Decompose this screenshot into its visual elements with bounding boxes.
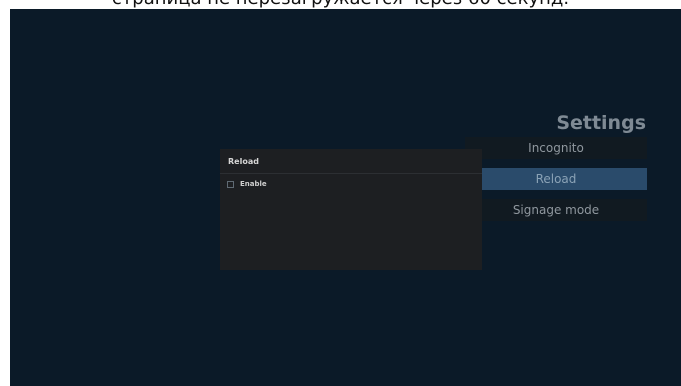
menu-item-incognito[interactable]: Incognito bbox=[465, 137, 647, 159]
menu-item-signage-mode[interactable]: Signage mode bbox=[465, 199, 647, 221]
dialog-title: Reload bbox=[228, 157, 259, 166]
dialog-divider bbox=[220, 173, 482, 174]
enable-option[interactable]: Enable bbox=[227, 178, 267, 190]
settings-title: Settings bbox=[556, 112, 646, 134]
enable-label: Enable bbox=[240, 180, 267, 188]
tv-screen: Settings Incognito Reload Signage mode R… bbox=[10, 9, 681, 386]
enable-checkbox[interactable] bbox=[227, 180, 234, 188]
reload-dialog: Reload Enable bbox=[220, 149, 482, 270]
menu-item-reload[interactable]: Reload bbox=[465, 168, 647, 190]
caption-text: страница не перезагружается через 60 сек… bbox=[0, 0, 681, 9]
